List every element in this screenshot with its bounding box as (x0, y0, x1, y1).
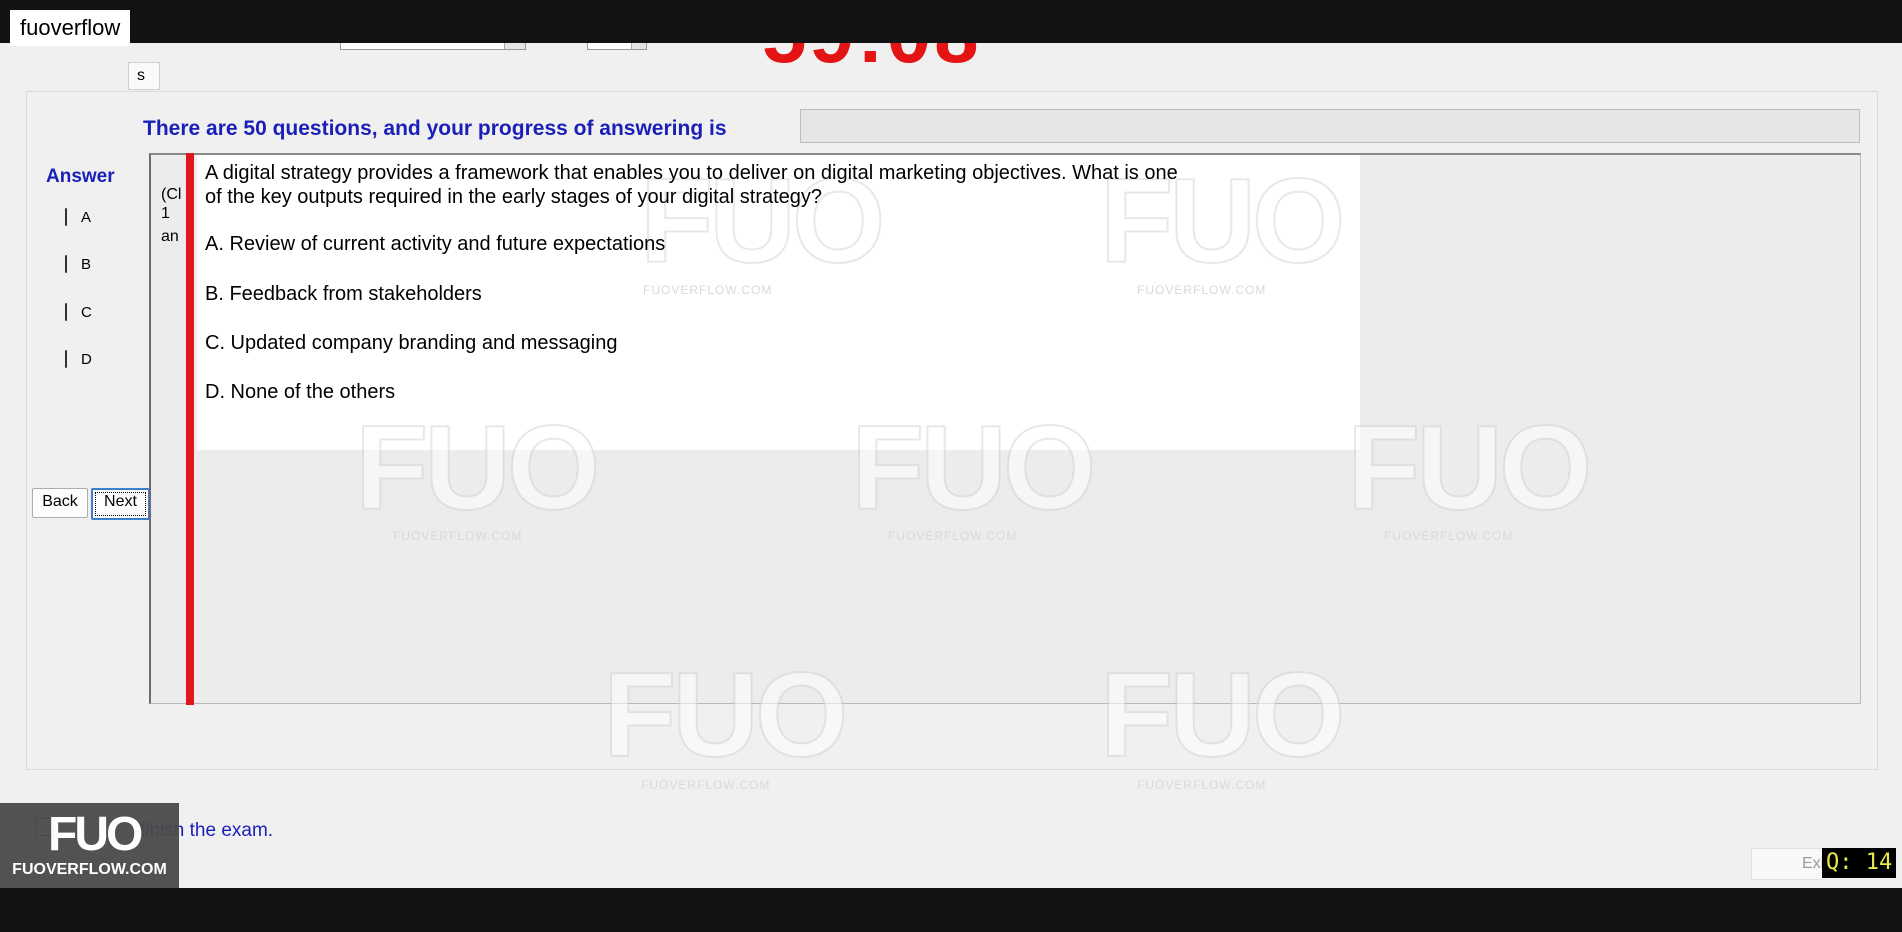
red-marker-bar (186, 153, 194, 705)
instruction-text: (Cl 1 an (161, 185, 183, 246)
question-stem-line: A digital strategy provides a framework … (205, 162, 1178, 184)
watermark-logo: FUO (354, 401, 601, 535)
exit-button[interactable]: Exit (1751, 848, 1825, 880)
watermark-logo: FUO (850, 401, 1097, 535)
checkbox-square[interactable] (65, 303, 67, 321)
watermark-url: FUOVERFLOW.COM (643, 283, 773, 297)
top-dropdown[interactable] (340, 43, 526, 50)
fuoverflow-logo: FUO FUOVERFLOW.COM (0, 803, 179, 888)
question-option-c: C. Updated company branding and messagin… (205, 332, 618, 354)
logo-text: FUOVERFLOW.COM (12, 861, 167, 878)
checkbox-label: A (81, 208, 92, 226)
tab-partial[interactable]: s (128, 62, 160, 90)
instruction-line: 1 (161, 205, 170, 222)
back-button[interactable]: Back (32, 488, 88, 518)
top-spinner[interactable] (587, 43, 647, 50)
checkbox-label: C (81, 303, 92, 321)
question-option-d: D. None of the others (205, 381, 396, 403)
answer-checkbox-d[interactable]: D (65, 350, 92, 368)
instruction-line: an (161, 228, 179, 245)
question-stem-line: of the key outputs required in the early… (205, 186, 823, 208)
question-option-b: B. Feedback from stakeholders (205, 283, 482, 305)
logo-mark: FUO (48, 808, 143, 861)
checkbox-label: D (81, 350, 92, 368)
next-button[interactable]: Next (91, 488, 150, 520)
watermark-logo: FUO (1099, 648, 1346, 782)
answer-checkbox-b[interactable]: B (65, 255, 91, 273)
exam-window: 59:08 s There are 50 questions, and your… (0, 43, 1902, 888)
answer-checkbox-a[interactable]: A (65, 208, 91, 226)
checkbox-square[interactable] (65, 255, 67, 273)
progress-label: There are 50 questions, and your progres… (143, 117, 727, 140)
checkbox-square[interactable] (65, 208, 67, 226)
watermark-url: FUOVERFLOW.COM (641, 778, 771, 792)
checkbox-square[interactable] (65, 350, 67, 368)
watermark-logo: FUO (1346, 401, 1593, 535)
watermark-url: FUOVERFLOW.COM (1137, 778, 1267, 792)
brand-tag: fuoverflow (10, 10, 131, 46)
progress-bar (800, 109, 1860, 143)
answer-checkbox-c[interactable]: C (65, 303, 92, 321)
watermark-url: FUOVERFLOW.COM (393, 529, 523, 543)
instruction-line: (Cl (161, 186, 182, 203)
watermark-url: FUOVERFLOW.COM (1137, 283, 1267, 297)
question-stem: A digital strategy provides a framework … (205, 161, 1305, 209)
watermark-url: FUOVERFLOW.COM (888, 529, 1018, 543)
watermark-url: FUOVERFLOW.COM (1384, 529, 1514, 543)
checkbox-label: B (81, 255, 92, 273)
answer-heading: Answer (46, 166, 115, 187)
question-counter: Q: 14 (1822, 848, 1897, 878)
question-option-a: A. Review of current activity and future… (205, 233, 666, 255)
watermark-logo: FUO (602, 648, 849, 782)
countdown-timer: 59:08 (762, 43, 982, 75)
